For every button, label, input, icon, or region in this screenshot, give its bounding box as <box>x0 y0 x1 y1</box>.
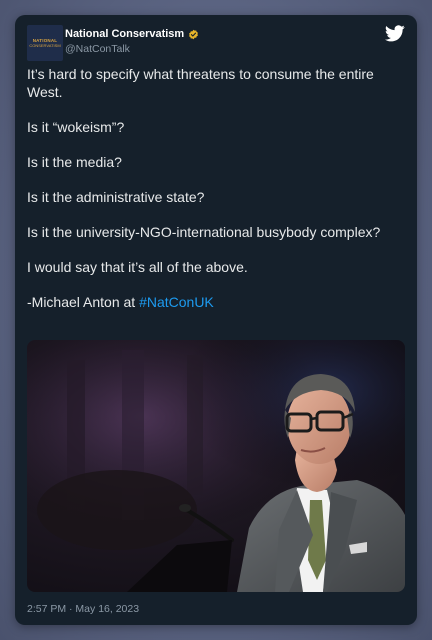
avatar-logo-subtext: CONSERVATISM <box>29 43 61 48</box>
tweet-signature: -Michael Anton at #NatConUK <box>27 294 407 312</box>
tweet-paragraph: Is it “wokeism”? <box>27 118 125 135</box>
tweet-photo[interactable] <box>27 340 405 592</box>
handle[interactable]: @NatConTalk <box>65 42 199 56</box>
tweet-paragraph: Is it the administrative state? <box>27 188 205 205</box>
avatar[interactable]: NATIONAL CONSERVATISM <box>27 25 63 61</box>
tweet-paragraph: I would say that it’s all of the above. <box>27 258 248 275</box>
author-block: National Conservatism @NatConTalk <box>65 27 199 56</box>
signature-text: -Michael Anton at <box>27 293 140 310</box>
tweet-paragraph: It’s hard to specify what threatens to c… <box>27 66 374 100</box>
display-name[interactable]: National Conservatism <box>65 27 184 41</box>
hashtag-link[interactable]: #NatConUK <box>139 294 214 310</box>
display-name-row[interactable]: National Conservatism <box>65 27 199 41</box>
tweet-timestamp[interactable]: 2:57 PM · May 16, 2023 <box>27 602 139 616</box>
tweet-paragraph: Is it the university-NGO-international b… <box>27 223 381 240</box>
tweet-paragraph: Is it the media? <box>27 153 122 170</box>
twitter-bird-icon[interactable] <box>385 25 405 42</box>
verified-badge-icon <box>189 29 199 39</box>
speaker-photo-illustration <box>27 340 405 592</box>
tweet-card: NATIONAL CONSERVATISM National Conservat… <box>15 15 417 625</box>
tweet-text: It’s hard to specify what threatens to c… <box>27 66 407 311</box>
